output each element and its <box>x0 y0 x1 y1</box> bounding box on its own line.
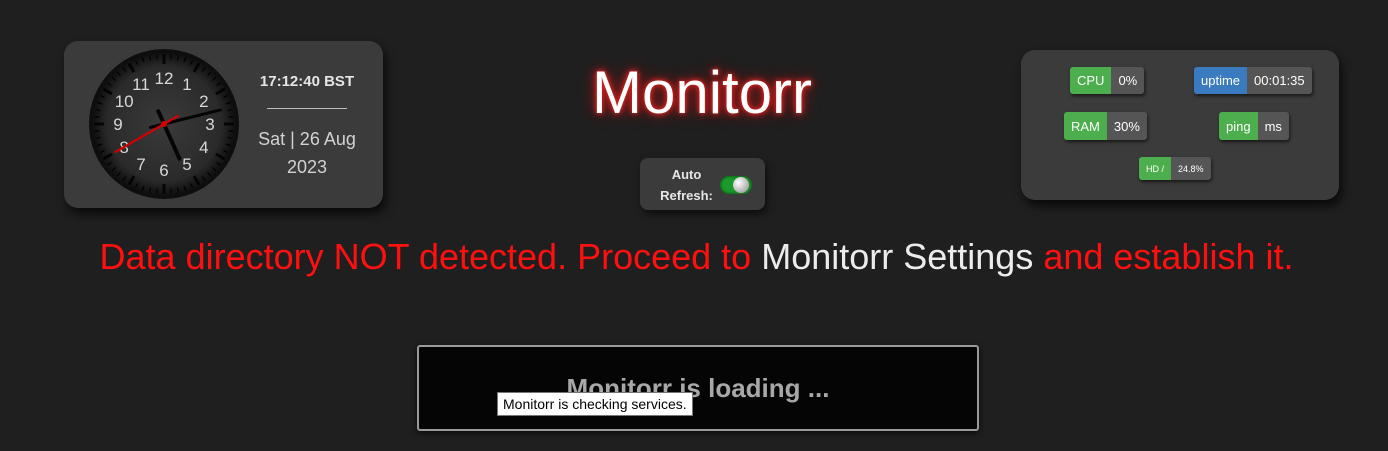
date-year: 2023 <box>286 157 328 177</box>
hd-value: 24.8% <box>1171 157 1211 180</box>
ram-value: 30% <box>1106 112 1147 140</box>
error-text-start: Data directory NOT detected. Proceed to <box>99 236 762 277</box>
toggle-knob <box>733 177 749 193</box>
auto-refresh-control: Auto Refresh: <box>640 158 765 210</box>
analog-clock: 121234567891011 <box>89 49 239 199</box>
cpu-value: 0% <box>1111 67 1145 94</box>
clock-minute-tick <box>227 108 233 112</box>
ping-value: ms <box>1257 112 1289 140</box>
monitorr-settings-link[interactable]: Monitorr Settings <box>761 236 1033 277</box>
clock-minute-tick <box>148 187 152 193</box>
hd-badge: HD / 24.8% <box>1139 157 1211 180</box>
ram-badge: RAM 30% <box>1064 112 1147 140</box>
clock-center-pin <box>161 121 167 127</box>
clock-minute-tick <box>94 130 100 133</box>
cpu-label: CPU <box>1070 67 1112 94</box>
auto-refresh-label-line2: Refresh: <box>660 188 713 203</box>
system-stats-panel: CPU 0% uptime 00:01:35 RAM 30% ping ms H… <box>1021 50 1339 200</box>
uptime-label: uptime <box>1194 67 1248 94</box>
clock-numeral: 10 <box>115 92 134 111</box>
clock-numeral: 9 <box>113 115 122 134</box>
auto-refresh-toggle[interactable] <box>720 176 752 194</box>
cpu-badge: CPU 0% <box>1070 67 1145 94</box>
clock-divider <box>267 108 347 109</box>
clock-numeral: 3 <box>205 115 214 134</box>
uptime-value: 00:01:35 <box>1247 67 1312 94</box>
page-title: Monitorr <box>591 59 813 126</box>
clock-minute-tick <box>176 55 180 61</box>
monitorr-page: 121234567891011 17:12:40 BST Sat | 26 Au… <box>0 0 1388 451</box>
clock-numeral: 1 <box>182 75 191 94</box>
clock-minute-tick <box>148 55 152 61</box>
clock-minute-tick <box>170 188 173 194</box>
data-directory-error: Data directory NOT detected. Proceed to … <box>0 236 1388 278</box>
clock-numeral: 6 <box>159 161 168 180</box>
clock-numeral: 5 <box>182 155 191 174</box>
clock-numeral: 4 <box>199 138 208 157</box>
digital-time: 17:12:40 BST <box>259 73 355 90</box>
clock-date: Sat | 26 Aug 2023 <box>244 125 370 181</box>
clock-panel: 121234567891011 17:12:40 BST Sat | 26 Au… <box>64 41 383 208</box>
ping-badge: ping ms <box>1219 112 1289 140</box>
clock-minute-tick <box>95 108 101 112</box>
clock-minute-tick <box>94 115 100 118</box>
auto-refresh-label-line1: Auto <box>671 167 702 182</box>
clock-minute-tick <box>227 136 233 140</box>
ram-label: RAM <box>1064 112 1107 140</box>
clock-minute-tick <box>176 187 180 193</box>
date-weekday-day: Sat | 26 Aug <box>258 129 356 149</box>
clock-numeral: 7 <box>136 155 145 174</box>
clock-numeral: 2 <box>199 92 208 111</box>
loading-tooltip: Monitorr is checking services. <box>497 392 693 416</box>
clock-minute-tick <box>155 54 158 60</box>
uptime-badge: uptime 00:01:35 <box>1194 67 1312 94</box>
clock-minute-tick <box>228 130 234 133</box>
ping-label: ping <box>1219 112 1258 140</box>
clock-minute-tick <box>228 115 234 118</box>
clock-minute-tick <box>170 54 173 60</box>
hd-label: HD / <box>1139 157 1171 180</box>
clock-numeral: 12 <box>155 69 174 88</box>
clock-minute-tick <box>95 136 101 140</box>
clock-minute-tick <box>155 188 158 194</box>
auto-refresh-label: Auto Refresh: <box>648 164 725 206</box>
error-text-end: and establish it. <box>1033 236 1294 277</box>
loading-panel: Monitorr is loading ... <box>417 345 979 431</box>
clock-numeral: 11 <box>132 75 150 94</box>
